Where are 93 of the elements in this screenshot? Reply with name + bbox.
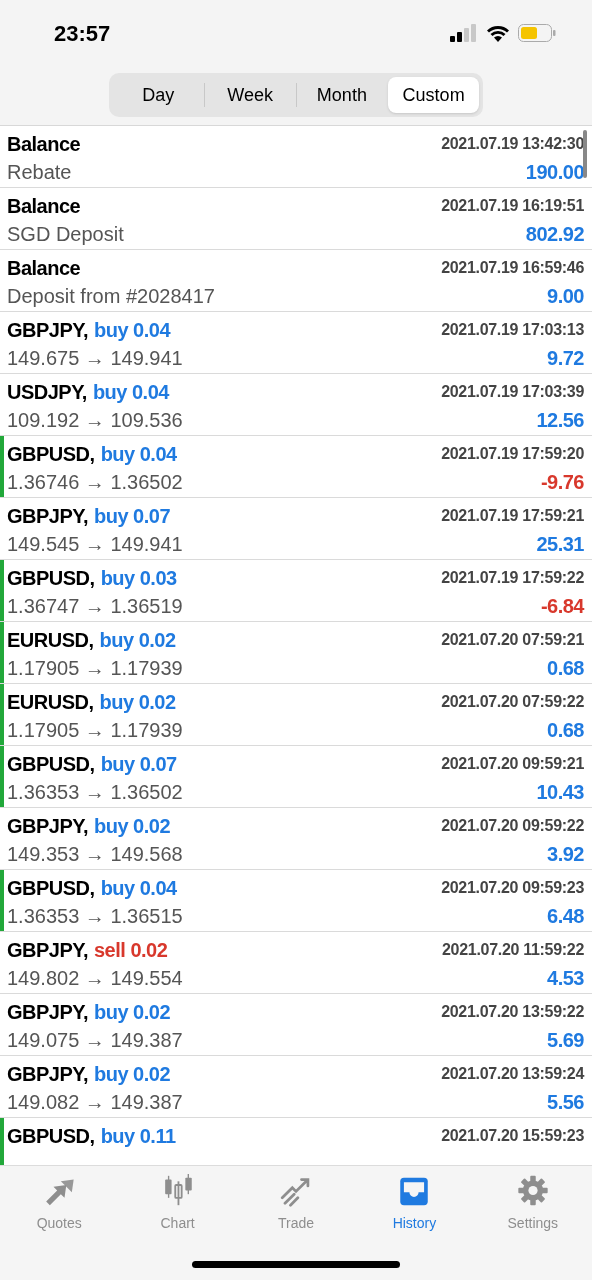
wifi-icon: [486, 24, 510, 42]
entry-title: EURUSD,: [7, 628, 94, 653]
entry-title: GBPUSD,: [7, 442, 95, 467]
profit-amount: 0.68: [547, 718, 584, 743]
trade-action: buy 0.02: [94, 814, 171, 839]
tab-bar-item[interactable]: History: [355, 1174, 474, 1234]
entry-detail: 149.353 → 149.568: [7, 842, 183, 867]
history-row[interactable]: GBPUSD, buy 0.04 2021.07.19 17:59:20 1.36746 → 1.36502 -9.76: [0, 436, 592, 498]
entry-time: 2021.07.20 11:59:22: [442, 940, 584, 960]
entry-title: GBPUSD,: [7, 752, 95, 777]
entry-time: 2021.07.19 16:19:51: [441, 196, 584, 216]
entry-detail: 149.545 → 149.941: [7, 532, 183, 557]
entry-title: GBPJPY,: [7, 318, 88, 343]
entry-title: GBPUSD,: [7, 876, 95, 901]
period-tab[interactable]: Custom: [388, 77, 479, 113]
trade-action: buy 0.02: [99, 690, 176, 715]
profit-amount: -9.76: [540, 470, 584, 495]
entry-detail: 149.802 → 149.554: [7, 966, 183, 991]
entry-detail: 109.192 → 109.536: [7, 408, 183, 433]
profit-amount: 25.31: [536, 532, 584, 557]
entry-time: 2021.07.19 17:03:39: [441, 382, 584, 402]
entry-title: GBPJPY,: [7, 1000, 88, 1025]
profit-amount: 190.00: [525, 160, 584, 185]
entry-title: GBPJPY,: [7, 938, 88, 963]
entry-detail: 1.17905 → 1.17939: [7, 656, 183, 681]
profit-amount: -6.84: [540, 594, 584, 619]
profit-amount: 802.92: [525, 222, 584, 247]
profit-amount: 10.43: [536, 780, 584, 805]
profit-amount: 3.92: [547, 842, 584, 867]
scroll-bar: [583, 130, 587, 178]
trade-action: buy 0.02: [94, 1062, 171, 1087]
period-tab[interactable]: Day: [113, 77, 204, 113]
trade-action: buy 0.02: [99, 628, 176, 653]
entry-detail: 149.675 → 149.941: [7, 346, 183, 371]
entry-detail: 1.36747 → 1.36519: [7, 594, 183, 619]
entry-detail: Rebate: [7, 160, 72, 185]
profit-amount: 9.00: [547, 284, 584, 309]
profit-amount: 4.53: [547, 966, 584, 991]
entry-title: GBPUSD,: [7, 566, 95, 591]
entry-time: 2021.07.19 17:03:13: [441, 320, 584, 340]
profit-amount: 5.56: [547, 1090, 584, 1115]
entry-detail: SGD Deposit: [7, 222, 124, 247]
entry-title: Balance: [7, 132, 81, 157]
entry-time: 2021.07.20 09:59:22: [441, 816, 584, 836]
entry-title: Balance: [7, 256, 81, 281]
trade-action: buy 0.04: [92, 380, 169, 405]
trade-action: buy 0.11: [100, 1124, 176, 1149]
trade-action: buy 0.04: [100, 876, 177, 901]
entry-time: 2021.07.20 09:59:21: [441, 754, 584, 774]
entry-time: 2021.07.19 17:59:21: [441, 506, 584, 526]
trade-action: buy 0.03: [100, 566, 177, 591]
entry-time: 2021.07.20 13:59:24: [441, 1064, 584, 1084]
entry-title: GBPJPY,: [7, 504, 88, 529]
clock-time: 23:57: [54, 19, 111, 48]
trade-action: buy 0.04: [94, 318, 171, 343]
entry-time: 2021.07.20 07:59:22: [441, 692, 584, 712]
entry-time: 2021.07.20 13:59:22: [441, 1002, 584, 1022]
profit-amount: 9.72: [547, 346, 584, 371]
entry-title: USDJPY,: [7, 380, 87, 405]
trade-action: buy 0.02: [94, 1000, 171, 1025]
trade-action: sell 0.02: [94, 938, 168, 963]
history-row[interactable]: GBPUSD, buy 0.03 2021.07.19 17:59:22 1.36747 → 1.36519 -6.84: [0, 560, 592, 622]
trade-action: buy 0.04: [100, 442, 177, 467]
period-tab[interactable]: Week: [204, 77, 296, 113]
entry-detail: 149.075 → 149.387: [7, 1028, 183, 1053]
entry-detail: 1.36353 → 1.36502: [7, 780, 183, 805]
period-tab[interactable]: Month: [296, 77, 388, 113]
entry-title: GBPJPY,: [7, 1062, 88, 1087]
entry-detail: 1.17905 → 1.17939: [7, 718, 183, 743]
entry-title: Balance: [7, 194, 81, 219]
profit-amount: 5.69: [547, 1028, 584, 1053]
battery-icon: [518, 24, 556, 42]
entry-time: 2021.07.20 15:59:23: [441, 1126, 584, 1146]
trade-action: buy 0.07: [100, 752, 177, 777]
entry-detail: 1.36746 → 1.36502: [7, 470, 183, 495]
entry-time: 2021.07.19 13:42:30: [441, 134, 584, 154]
trade-action: buy 0.07: [94, 504, 171, 529]
entry-title: GBPUSD,: [7, 1124, 95, 1149]
profit-amount: 12.56: [536, 408, 584, 433]
entry-detail: 149.082 → 149.387: [7, 1090, 183, 1115]
entry-title: GBPJPY,: [7, 814, 88, 839]
entry-time: 2021.07.20 07:59:21: [441, 630, 584, 650]
entry-detail: Deposit from #2028417: [7, 284, 215, 309]
entry-time: 2021.07.20 09:59:23: [441, 878, 584, 898]
entry-time: 2021.07.19 17:59:22: [441, 568, 584, 588]
entry-time: 2021.07.19 17:59:20: [441, 444, 584, 464]
entry-time: 2021.07.19 16:59:46: [441, 258, 584, 278]
profit-amount: 6.48: [547, 904, 584, 929]
entry-title: EURUSD,: [7, 690, 94, 715]
entry-detail: 1.36353 → 1.36515: [7, 904, 183, 929]
history-row[interactable]: GBPUSD, buy 0.04 2021.07.20 09:59:23 1.36353 → 1.36515 6.48: [0, 870, 592, 932]
profit-amount: 0.68: [547, 656, 584, 681]
signal-icon: [450, 24, 478, 42]
